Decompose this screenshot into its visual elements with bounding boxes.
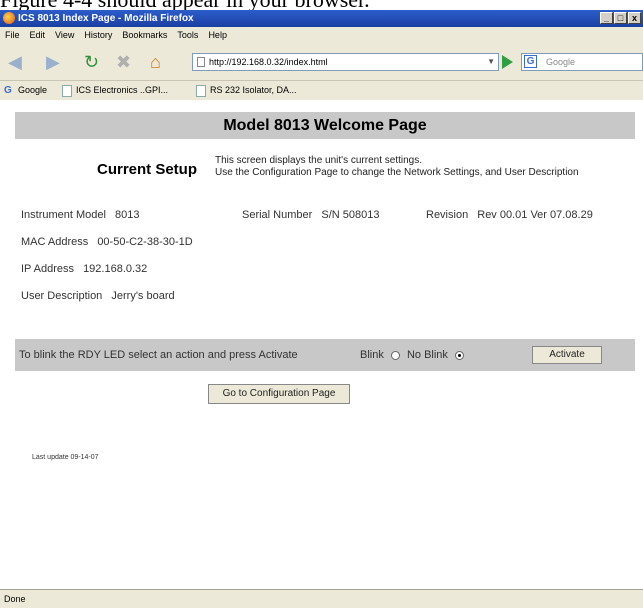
revision-row: Revision Rev 00.01 Ver 07.08.29 — [426, 209, 593, 221]
search-input[interactable]: G Google — [521, 53, 643, 71]
reload-icon[interactable]: ↻ — [84, 44, 99, 80]
close-button[interactable]: x — [628, 12, 641, 24]
bookmarks-toolbar: G Google ICS Electronics ..GPI... RS 232 … — [0, 80, 643, 101]
revision-value: Rev 00.01 Ver 07.08.29 — [477, 209, 593, 221]
firefox-logo-icon — [3, 12, 15, 24]
menu-help[interactable]: Help — [203, 27, 232, 44]
mac-address-value: 00-50-C2-38-30-1D — [97, 236, 193, 248]
forward-icon[interactable]: ▶ — [46, 44, 60, 80]
stop-icon[interactable]: ✖ — [116, 44, 131, 80]
page-icon — [62, 84, 72, 97]
ip-address-row: IP Address 192.168.0.32 — [21, 263, 148, 275]
menu-tools[interactable]: Tools — [172, 27, 203, 44]
blink-prompt: To blink the RDY LED select an action an… — [19, 349, 298, 361]
url-text: http://192.168.0.32/index.html — [209, 57, 328, 67]
bookmark-ics-electronics[interactable]: ICS Electronics ..GPI... — [62, 81, 168, 100]
menu-bookmarks[interactable]: Bookmarks — [117, 27, 172, 44]
maximize-button[interactable]: □ — [614, 12, 627, 24]
instrument-model-value: 8013 — [115, 209, 140, 221]
status-text: Done — [4, 594, 26, 604]
menu-view[interactable]: View — [50, 27, 79, 44]
google-icon: G — [4, 84, 12, 96]
document-caption: Figure 4-4 should appear in your browser… — [0, 0, 643, 10]
window-title: ICS 8013 Index Page - Mozilla Firefox — [18, 13, 194, 24]
go-to-configuration-button[interactable]: Go to Configuration Page — [208, 384, 350, 404]
page-icon — [196, 84, 206, 97]
setup-description: This screen displays the unit's current … — [215, 155, 579, 178]
page-icon — [197, 57, 205, 67]
page-title: Model 8013 Welcome Page — [15, 112, 635, 139]
address-bar[interactable]: http://192.168.0.32/index.html ▼ — [192, 53, 499, 71]
user-description-row: User Description Jerry's board — [21, 290, 175, 302]
serial-number-row: Serial Number S/N 508013 — [242, 209, 380, 221]
back-icon[interactable]: ◀ — [8, 44, 22, 80]
go-button[interactable] — [502, 55, 513, 69]
no-blink-radio[interactable] — [455, 350, 464, 360]
user-description-value: Jerry's board — [111, 290, 175, 302]
instrument-model-row: Instrument Model 8013 — [21, 209, 140, 221]
chevron-down-icon[interactable]: ▼ — [487, 54, 495, 70]
bookmark-google[interactable]: G Google — [4, 81, 47, 100]
minimize-button[interactable]: _ — [600, 12, 613, 24]
mac-address-row: MAC Address 00-50-C2-38-30-1D — [21, 236, 193, 248]
current-setup-label: Current Setup — [97, 161, 198, 178]
blink-option: Blink No Blink — [360, 339, 468, 371]
menu-history[interactable]: History — [79, 27, 117, 44]
menu-bar: File Edit View History Bookmarks Tools Help — [0, 27, 643, 45]
home-icon[interactable]: ⌂ — [150, 44, 161, 80]
last-update-text: Last update 09-14-07 — [32, 454, 99, 461]
google-search-engine-icon[interactable]: G — [524, 55, 537, 68]
navigation-toolbar: ◀ ▶ ↻ ✖ ⌂ http://192.168.0.32/index.html… — [0, 44, 643, 80]
ip-address-value: 192.168.0.32 — [83, 263, 148, 275]
bookmark-rs232-isolator[interactable]: RS 232 Isolator, DA... — [196, 81, 297, 100]
window-titlebar: ICS 8013 Index Page - Mozilla Firefox _ … — [0, 10, 643, 27]
blink-radio[interactable] — [390, 350, 400, 360]
blink-led-panel: To blink the RDY LED select an action an… — [15, 339, 635, 371]
menu-file[interactable]: File — [0, 27, 25, 44]
activate-button[interactable]: Activate — [532, 346, 602, 364]
status-bar: Done — [0, 589, 643, 608]
page-content: Model 8013 Welcome Page Current Setup Th… — [0, 100, 643, 589]
serial-number-value: S/N 508013 — [321, 209, 380, 221]
menu-edit[interactable]: Edit — [25, 27, 51, 44]
search-placeholder: Google — [546, 57, 576, 67]
